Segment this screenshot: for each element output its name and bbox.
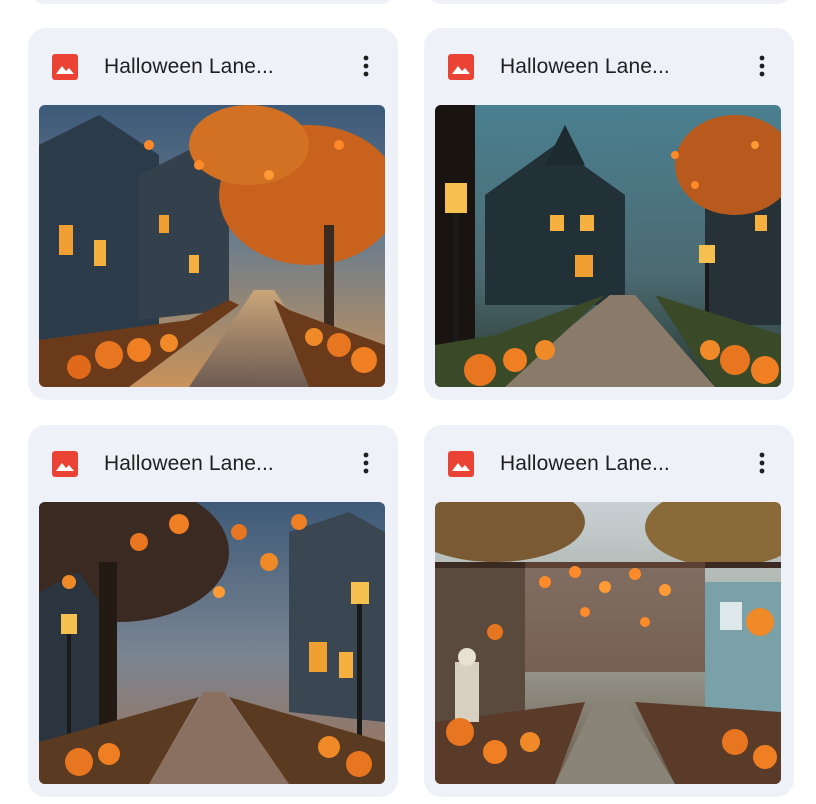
more-options-button[interactable] [348, 445, 384, 481]
file-title: Halloween Lane... [500, 55, 670, 78]
more-options-button[interactable] [348, 48, 384, 84]
more-vert-icon [363, 55, 369, 77]
file-thumbnail[interactable] [39, 502, 385, 784]
file-title: Halloween Lane... [104, 452, 274, 475]
more-vert-icon [759, 55, 765, 77]
file-card-header: Halloween Lane... [424, 425, 794, 501]
more-options-button[interactable] [744, 445, 780, 481]
image-icon [448, 451, 474, 477]
file-card[interactable]: Halloween Lane... [424, 28, 794, 400]
file-card-header: Halloween Lane... [424, 28, 794, 104]
file-card[interactable]: Halloween Lane... [28, 28, 398, 400]
file-thumbnail[interactable] [39, 105, 385, 387]
file-card-header: Halloween Lane... [28, 28, 398, 104]
file-card-partial[interactable] [28, 0, 398, 4]
more-options-button[interactable] [744, 48, 780, 84]
file-thumbnail[interactable] [435, 502, 781, 784]
more-vert-icon [363, 452, 369, 474]
file-title: Halloween Lane... [500, 452, 670, 475]
image-icon [448, 54, 474, 80]
file-card[interactable]: Halloween Lane... [424, 425, 794, 797]
file-thumbnail[interactable] [435, 105, 781, 387]
file-card[interactable]: Halloween Lane... [28, 425, 398, 797]
file-card-header: Halloween Lane... [28, 425, 398, 501]
more-vert-icon [759, 452, 765, 474]
file-grid: Halloween Lane... Halloween Lane... Hall… [0, 0, 816, 804]
image-icon [52, 54, 78, 80]
image-icon [52, 451, 78, 477]
file-title: Halloween Lane... [104, 55, 274, 78]
file-card-partial[interactable] [424, 0, 794, 4]
